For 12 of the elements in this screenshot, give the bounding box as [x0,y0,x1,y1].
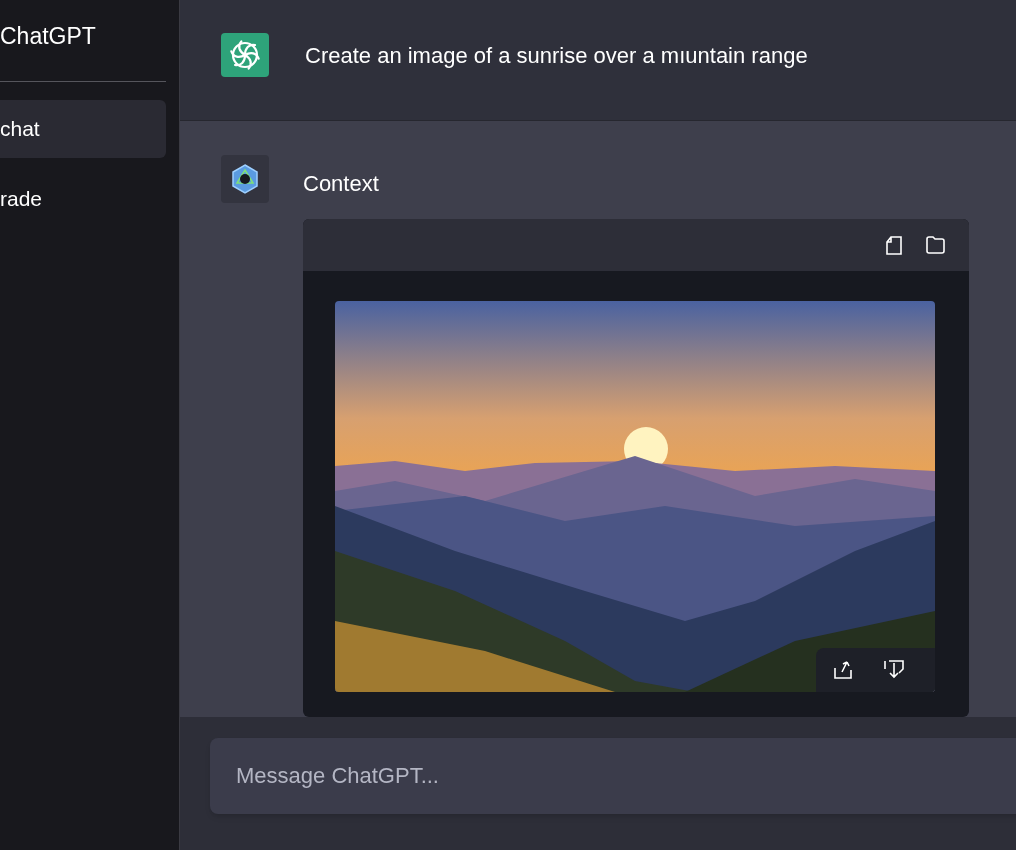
assistant-message-text: Context [303,170,380,195]
user-message-text: Create an image of a sunrise over a mıuntain range [305,42,808,70]
hexagon-logo-icon [221,155,269,203]
sidebar-item[interactable]: chat [0,100,166,158]
copy-icon[interactable] [885,235,903,255]
folder-icon[interactable] [925,236,945,254]
chatgpt-logo-icon [221,33,269,77]
sidebar-item[interactable]: rade [0,170,166,228]
app-title: ChatGPT [0,22,96,51]
share-icon[interactable] [833,660,853,680]
download-icon[interactable] [883,659,905,681]
message-input-field[interactable]: Message ChatGPT... [210,738,1016,814]
